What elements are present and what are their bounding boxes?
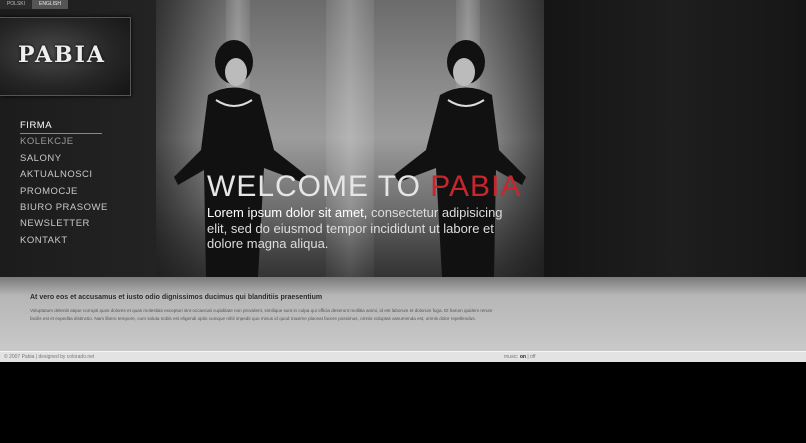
- music-label: music:: [504, 354, 519, 360]
- content-title: At vero eos et accusamus et iusto odio d…: [30, 294, 323, 301]
- content-text: Voluptatum deleniti atque corrupti quos …: [30, 308, 493, 322]
- nav-item-promocje[interactable]: PROMOCJE: [20, 184, 102, 200]
- lang-english[interactable]: ENGLISH: [32, 0, 68, 9]
- hero-lorem-bold: Lorem ipsum dolor sit amet,: [207, 205, 368, 220]
- copyright: © 2007 Pabia | designed by colorado.net: [4, 354, 95, 360]
- main-nav: FIRMA KOLEKCJE SALONY AKTUALNOSCI PROMOC…: [20, 118, 107, 249]
- nav-item-newsletter[interactable]: NEWSLETTER: [20, 216, 102, 232]
- content-band: At vero eos et accusamus et iusto odio d…: [0, 277, 806, 351]
- nav-item-kontakt[interactable]: KONTAKT: [20, 233, 102, 249]
- hero-banner: WELCOME TO PABIA Lorem ipsum dolor sit a…: [156, 0, 544, 277]
- nav-item-firma[interactable]: FIRMA: [20, 118, 102, 135]
- welcome-text: WELCOME TO: [207, 170, 421, 203]
- nav-item-salony[interactable]: SALONY: [20, 151, 102, 167]
- logo[interactable]: PABIA: [0, 17, 131, 96]
- footer: © 2007 Pabia | designed by colorado.net …: [0, 351, 806, 362]
- nav-item-kolekcje[interactable]: KOLEKCJE: [20, 134, 102, 150]
- logo-text: PABIA: [18, 42, 106, 68]
- hero-welcome-heading: WELCOME TO PABIA: [207, 170, 521, 204]
- nav-item-aktualnosci[interactable]: AKTUALNOSCI: [20, 167, 102, 183]
- lang-polski[interactable]: POLSKI: [0, 0, 32, 9]
- music-off[interactable]: off: [530, 354, 535, 360]
- hero-lorem: Lorem ipsum dolor sit amet, consectetur …: [207, 205, 507, 252]
- music-toggle: music: on | off: [504, 354, 536, 360]
- nav-item-biuro-prasowe[interactable]: BIURO PRASOWE: [20, 200, 107, 216]
- welcome-brand: PABIA: [430, 170, 522, 203]
- right-pattern-panel: [544, 0, 806, 277]
